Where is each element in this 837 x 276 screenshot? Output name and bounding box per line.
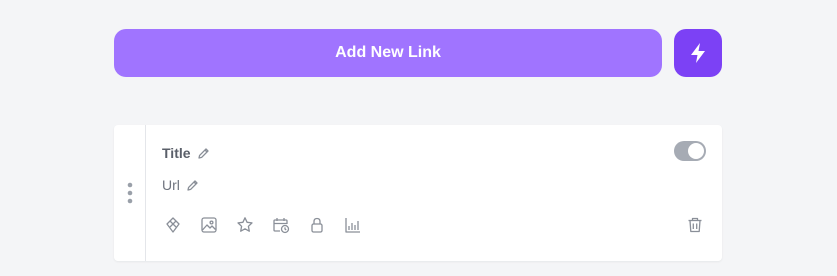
url-field[interactable]: Url [162, 177, 199, 193]
trash-icon [686, 216, 704, 234]
analytics-icon [344, 216, 362, 234]
toggle-knob [688, 143, 704, 159]
link-tools [164, 216, 362, 234]
link-url: Url [162, 177, 180, 193]
link-card-body: Title Url [146, 125, 722, 261]
add-new-link-button[interactable]: Add New Link [114, 29, 662, 77]
lock-button[interactable] [308, 216, 326, 234]
bolt-button[interactable] [674, 29, 722, 77]
schedule-button[interactable] [272, 216, 290, 234]
drag-handle-icon [127, 182, 133, 204]
priority-button[interactable] [236, 216, 254, 234]
thumbnail-button[interactable] [200, 216, 218, 234]
lock-icon [308, 216, 326, 234]
schedule-icon [272, 216, 290, 234]
thumbnail-icon [200, 216, 218, 234]
delete-button[interactable] [686, 216, 704, 234]
link-enabled-toggle[interactable] [674, 141, 706, 161]
layout-button[interactable] [164, 216, 182, 234]
bolt-icon [688, 42, 708, 64]
drag-handle[interactable] [114, 125, 146, 261]
analytics-button[interactable] [344, 216, 362, 234]
link-title: Title [162, 145, 191, 161]
layout-icon [164, 216, 182, 234]
title-field[interactable]: Title [162, 145, 210, 161]
link-card: Title Url [114, 125, 722, 261]
pencil-icon [186, 179, 199, 192]
pencil-icon [197, 147, 210, 160]
star-icon [236, 216, 254, 234]
